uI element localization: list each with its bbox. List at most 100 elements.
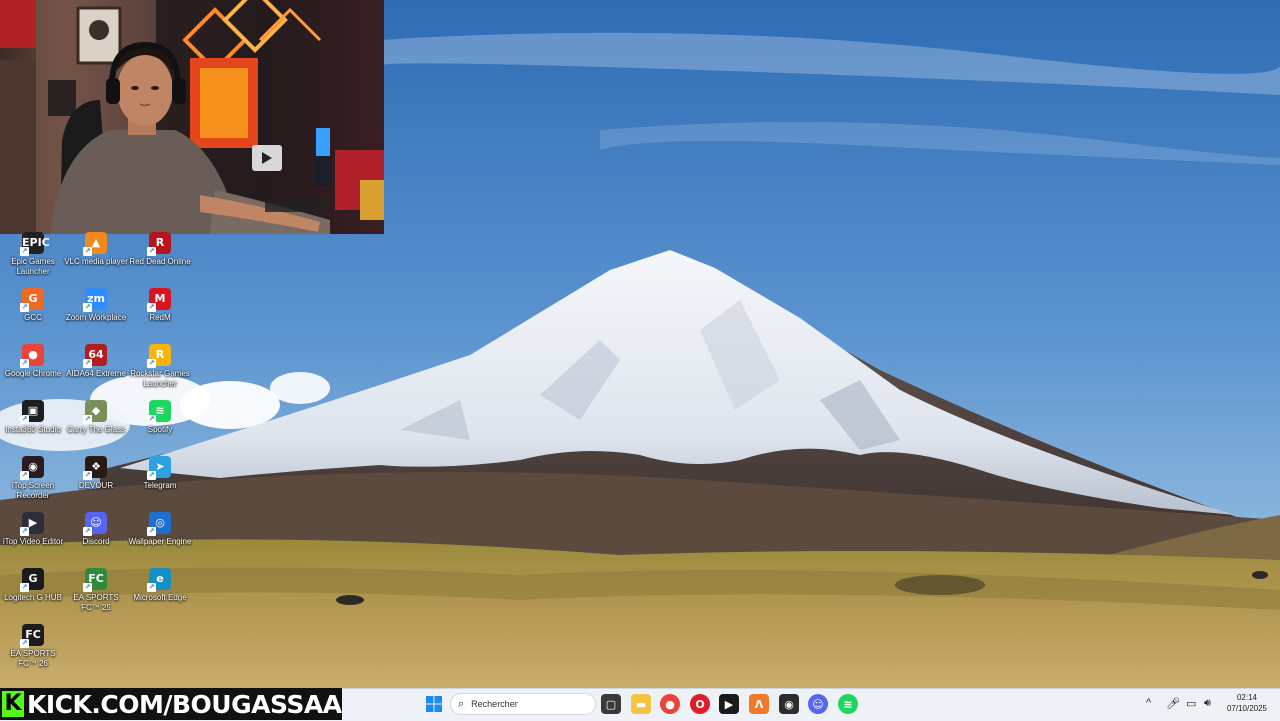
desktop-icon-label: GCC [24, 313, 42, 322]
desktop-icon-label: Discord [82, 537, 110, 546]
ea-fc26-icon: FC ↗ [20, 624, 44, 648]
chrome-taskbar-icon[interactable]: ● [660, 694, 680, 714]
carry-the-glass-icon: ◆ ↗ [83, 400, 107, 424]
desktop-icon-label: iTop Video Editor [2, 537, 64, 546]
desktop-icon[interactable]: ● ↗ Google Chrome [0, 344, 66, 398]
shortcut-arrow-icon: ↗ [20, 303, 29, 312]
aida64-icon: 64 ↗ [83, 344, 107, 368]
desktop-icon[interactable]: M ↗ RedM [127, 288, 193, 342]
webcam-feed-image [0, 0, 384, 234]
shortcut-arrow-icon: ↗ [83, 415, 92, 424]
desktop-icon[interactable]: ▶ ↗ iTop Video Editor [0, 512, 66, 566]
webcam-overlay [0, 0, 384, 234]
desktop-icon-label: VLC media player [64, 257, 128, 266]
clock-time: 02:14 [1236, 693, 1258, 702]
kick-logo-icon: K [2, 691, 24, 717]
red-dead-online-icon: R ↗ [147, 232, 171, 256]
shortcut-arrow-icon: ↗ [147, 359, 156, 368]
taskbar-search-box[interactable]: ⌕ Rechercher [450, 693, 596, 715]
shortcut-arrow-icon: ↗ [20, 583, 29, 592]
desktop-icon[interactable]: R ↗ Rockstar Games Launcher [127, 344, 193, 398]
taskbar-clock[interactable]: 02:14 07/10/2025 [1222, 692, 1272, 714]
telegram-icon: ➤ ↗ [147, 456, 171, 480]
redm-icon: M ↗ [147, 288, 171, 312]
clock-date: 07/10/2025 [1226, 704, 1268, 713]
desktop-icon[interactable]: ➤ ↗ Telegram [127, 456, 193, 510]
vlc-icon: ▲ ↗ [83, 232, 107, 256]
volume-icon[interactable]: 🔊︎ [1204, 697, 1211, 710]
search-icon: ⌕ [458, 697, 465, 710]
windows-start-icon [426, 696, 442, 712]
spotify-icon: ≋ ↗ [147, 400, 171, 424]
zoom-icon: zm ↗ [83, 288, 107, 312]
desktop-icon[interactable]: FC ↗ EA SPORTS FC™ 25 [63, 568, 129, 622]
opera-icon[interactable]: O [690, 694, 710, 714]
desktop-icon[interactable]: ❖ ↗ DEVOUR [63, 456, 129, 510]
desktop-icon-label: Epic Games Launcher [11, 257, 55, 276]
desktop-icon-label: iTop Screen Recorder [11, 481, 55, 500]
desktop-icon-label: EA SPORTS FC™ 26 [10, 649, 56, 668]
logitech-ghub-icon: G ↗ [20, 568, 44, 592]
rockstar-icon: R ↗ [147, 344, 171, 368]
desktop-icon[interactable]: G ↗ GCC [0, 288, 66, 342]
desktop-icon[interactable]: R ↗ Red Dead Online [127, 232, 193, 286]
desktop-icon[interactable]: ≋ ↗ Spotify [127, 400, 193, 454]
shortcut-arrow-icon: ↗ [83, 303, 92, 312]
show-hidden-icons-chevron[interactable]: ^ [1146, 697, 1151, 709]
desktop-icon-label: Insta360 Studio [5, 425, 61, 434]
network-icon[interactable]: ▭ [1186, 697, 1196, 710]
desktop-icon-label: Rockstar Games Launcher [130, 369, 190, 388]
shortcut-arrow-icon: ↗ [147, 247, 156, 256]
shortcut-arrow-icon: ↗ [147, 583, 156, 592]
desktop-icon-label: AIDA64 Extreme [66, 369, 126, 378]
shortcut-arrow-icon: ↗ [83, 527, 92, 536]
desktop-icon[interactable]: EPIC ↗ Epic Games Launcher [0, 232, 66, 286]
shortcut-arrow-icon: ↗ [147, 415, 156, 424]
desktop-icon[interactable]: e ↗ Microsoft Edge [127, 568, 193, 622]
desktop-icon-label: EA SPORTS FC™ 25 [73, 593, 119, 612]
desktop-icon[interactable]: ▣ ↗ Insta360 Studio [0, 400, 66, 454]
search-placeholder: Rechercher [471, 699, 518, 709]
kick-channel-url: KICK.COM/BOUGASSAA [27, 689, 342, 719]
orange-app-icon[interactable]: Λ [749, 694, 769, 714]
terminal-app-icon[interactable]: ▶ [719, 694, 739, 714]
desktop-icon[interactable]: zm ↗ Zoom Workplace [63, 288, 129, 342]
devour-icon: ❖ ↗ [83, 456, 107, 480]
itop-video-editor-icon: ▶ ↗ [20, 512, 44, 536]
spotify-taskbar-icon[interactable]: ≋ [838, 694, 858, 714]
shortcut-arrow-icon: ↗ [20, 471, 29, 480]
desktop-icon-label: Wallpaper Engine [128, 537, 192, 546]
desktop-icon[interactable]: 64 ↗ AIDA64 Extreme [63, 344, 129, 398]
windows-start-button[interactable] [424, 694, 444, 714]
desktop-icon[interactable]: ◎ ↗ Wallpaper Engine [127, 512, 193, 566]
desktop-icon[interactable]: ◉ ↗ iTop Screen Recorder [0, 456, 66, 510]
desktop-icon-label: Google Chrome [4, 369, 62, 378]
desktop-icon-label: Telegram [143, 481, 177, 490]
shortcut-arrow-icon: ↗ [147, 527, 156, 536]
obs-icon[interactable]: ◉ [779, 694, 799, 714]
itop-screen-recorder-icon: ◉ ↗ [20, 456, 44, 480]
shortcut-arrow-icon: ↗ [83, 471, 92, 480]
shortcut-arrow-icon: ↗ [83, 247, 92, 256]
wallpaper-engine-icon: ◎ ↗ [147, 512, 171, 536]
desktop-icon[interactable]: ▲ ↗ VLC media player [63, 232, 129, 286]
desktop-icon[interactable]: FC ↗ EA SPORTS FC™ 26 [0, 624, 66, 678]
shortcut-arrow-icon: ↗ [147, 303, 156, 312]
desktop-icon-label: DEVOUR [78, 481, 114, 490]
discord-taskbar-icon[interactable]: ☺ [808, 694, 828, 714]
chrome-icon: ● ↗ [20, 344, 44, 368]
desktop-icon-label: Red Dead Online [129, 257, 191, 266]
desktop-icon[interactable]: G ↗ Logitech G HUB [0, 568, 66, 622]
shortcut-arrow-icon: ↗ [20, 359, 29, 368]
gcc-icon: G ↗ [20, 288, 44, 312]
shortcut-arrow-icon: ↗ [20, 639, 29, 648]
epic-games-icon: EPIC ↗ [20, 232, 50, 256]
discord-icon: ☺ ↗ [83, 512, 107, 536]
task-view-icon[interactable]: ▢ [601, 694, 621, 714]
desktop-icon[interactable]: ☺ ↗ Discord [63, 512, 129, 566]
desktop-icon-label: Microsoft Edge [133, 593, 187, 602]
desktop-icon[interactable]: ◆ ↗ Carry The Glass [63, 400, 129, 454]
shortcut-arrow-icon: ↗ [20, 415, 29, 424]
file-explorer-icon[interactable]: ▬ [631, 694, 651, 714]
microphone-icon[interactable]: 🎤︎ [1166, 697, 1180, 710]
